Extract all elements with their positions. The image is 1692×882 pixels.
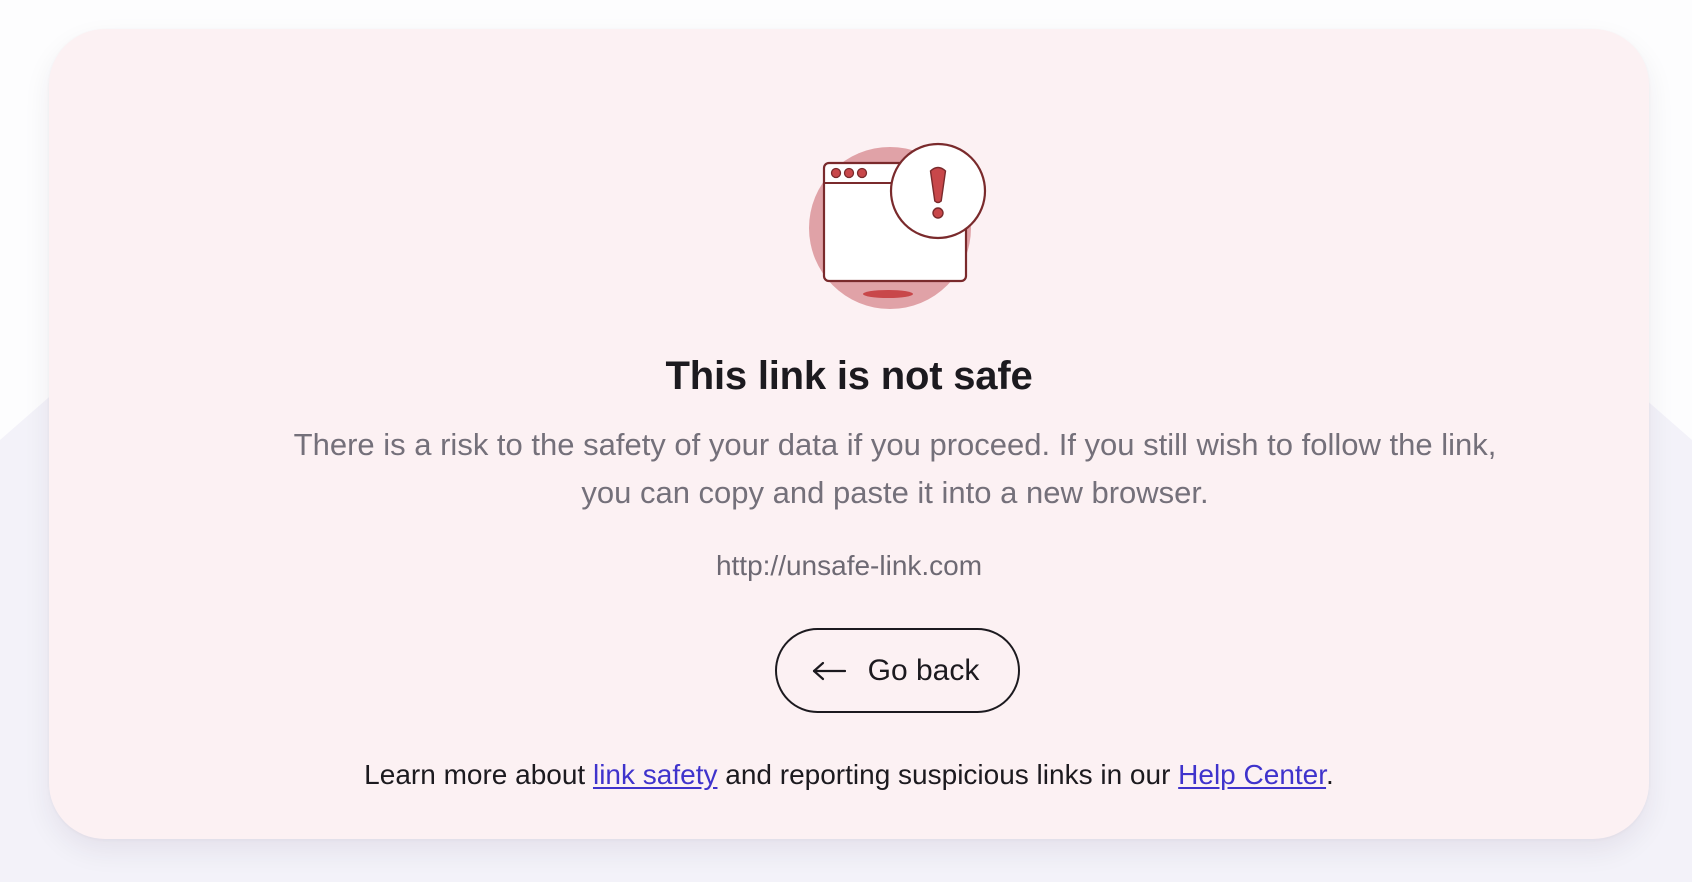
illustration-shadow	[863, 290, 913, 298]
unsafe-url: http://unsafe-link.com	[715, 550, 983, 581]
warning-card: This link is not safe There is a risk to…	[49, 29, 1649, 839]
description-line-2: you can copy and paste it into a new bro…	[581, 475, 1209, 510]
unsafe-link-illustration	[809, 142, 987, 309]
warning-description: There is a risk to the safety of your da…	[219, 421, 1571, 517]
help-text: Learn more about link safety and reporti…	[49, 759, 1649, 791]
help-text-suffix: .	[1326, 759, 1334, 790]
help-text-middle: and reporting suspicious links in our	[717, 759, 1179, 790]
page-title: This link is not safe	[665, 354, 1033, 398]
go-back-button[interactable]: Go back	[775, 628, 1020, 713]
arrow-left-icon	[812, 661, 846, 681]
help-text-prefix: Learn more about	[364, 759, 593, 790]
go-back-label: Go back	[867, 653, 980, 687]
description-line-1: There is a risk to the safety of your da…	[293, 427, 1497, 462]
link-safety-link[interactable]: link safety	[593, 759, 718, 790]
help-center-link[interactable]: Help Center	[1178, 759, 1326, 790]
